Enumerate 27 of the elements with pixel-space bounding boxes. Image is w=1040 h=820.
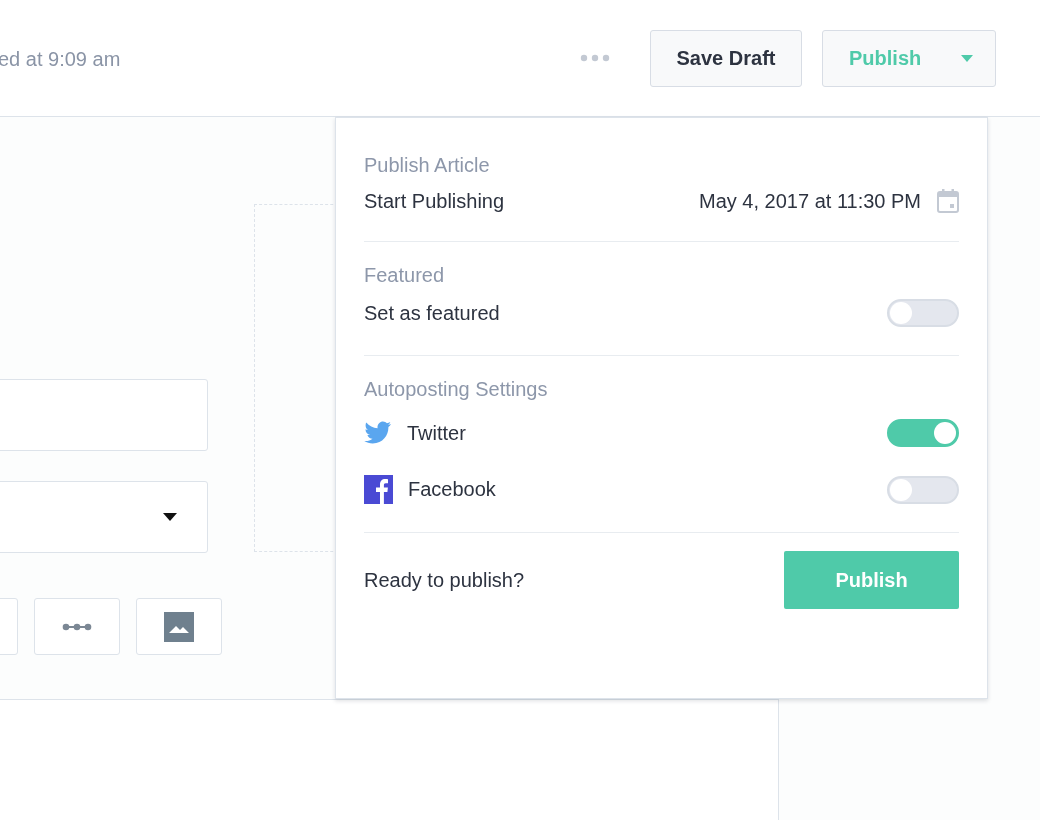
autopost-toggle[interactable] <box>887 419 959 447</box>
divider-button[interactable] <box>34 598 120 655</box>
caret-icon <box>961 54 973 62</box>
image-icon <box>164 611 194 642</box>
save-draft-button[interactable]: Save Draft <box>650 29 802 87</box>
calendar-icon[interactable] <box>937 189 959 213</box>
autopost-toggle[interactable] <box>887 475 959 504</box>
dots-line-icon <box>62 622 92 631</box>
network-label: Twitter <box>407 421 466 445</box>
section-title: Autoposting Settings <box>364 378 549 401</box>
text-field[interactable] <box>0 379 208 451</box>
more-icon[interactable] <box>580 54 610 62</box>
select-field[interactable] <box>0 481 208 553</box>
publish-button[interactable]: Publish <box>784 551 959 609</box>
section-title: Featured <box>364 264 446 287</box>
ready-prompt: Ready to publish? <box>364 568 525 592</box>
publish-date: May 4, 2017 at 11:30 PM <box>699 189 921 213</box>
setting-label: Set as featured <box>364 301 500 325</box>
section-title: Publish Article <box>364 154 491 177</box>
image-button[interactable] <box>136 598 222 655</box>
setting-label: Start Publishing <box>364 189 505 213</box>
caret-icon <box>163 513 177 521</box>
network-label: Facebook <box>408 478 496 501</box>
bird-icon <box>364 421 392 445</box>
featured-toggle[interactable] <box>887 299 959 327</box>
facebook-icon <box>364 475 393 504</box>
publish-dropdown-button[interactable]: Publish <box>822 29 996 87</box>
